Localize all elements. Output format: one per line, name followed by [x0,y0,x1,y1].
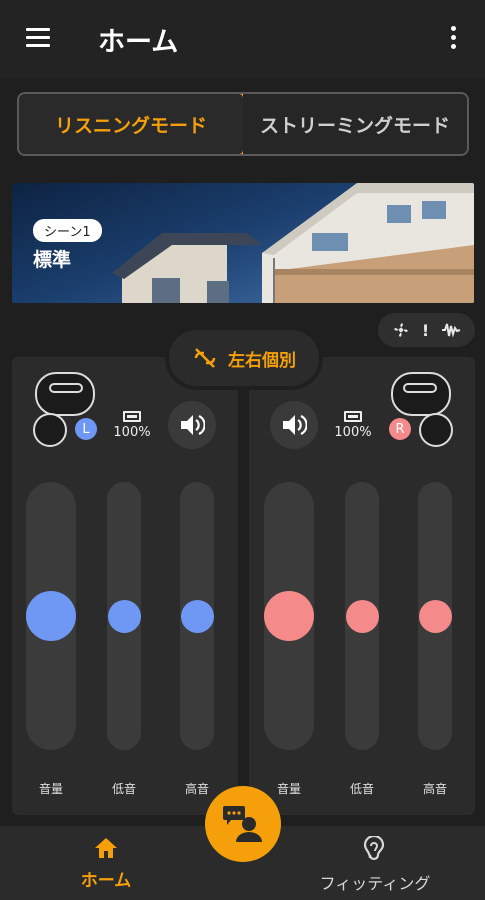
right-mute-button[interactable] [270,401,318,449]
left-slider-3-knob[interactable] [180,599,214,633]
left-slider-1-label: 音量 [38,782,63,796]
page-title: ホーム [98,27,179,58]
nav-fitting[interactable]: フィッティング [300,834,450,894]
waveform-icon [442,323,461,338]
hamburger-menu-icon[interactable] [26,28,50,48]
right-battery: 100% [333,411,373,440]
scene-card[interactable]: シーン1 標準 [12,183,474,303]
support-person-icon [223,806,262,842]
link-off-icon [194,348,216,368]
left-battery: 100% [112,411,152,440]
separate-left-right-button[interactable]: 左右個別 [165,326,323,390]
battery-icon [123,411,141,422]
nav-home-label: ホーム [80,871,132,891]
support-chat-button[interactable] [205,786,281,862]
separate-left-right-label: 左右個別 [228,350,296,371]
right-slider-2-label: 低音 [349,782,374,796]
right-slider-2-knob[interactable] [345,599,379,633]
home-icon [95,838,117,858]
right-slider-1-knob[interactable] [264,591,314,641]
house-illustration [112,183,474,303]
battery-icon [344,411,362,422]
left-mute-button[interactable] [168,401,216,449]
left-slider-2-knob[interactable] [107,599,141,633]
more-vert-icon[interactable] [448,26,458,52]
speaker-icon [283,415,307,435]
tab-listening-mode[interactable]: リスニングモード [19,94,245,154]
fan-icon [394,323,408,337]
app-bar: ホーム [0,0,485,78]
right-battery-level: 100% [334,425,372,440]
left-side-badge: L [75,418,97,440]
mode-selector: リスニングモード ストリーミングモード [17,92,469,156]
scene-number-badge: シーン1 [33,219,102,242]
left-slider-2-label: 低音 [111,782,136,796]
left-slider-1-knob[interactable] [26,591,76,641]
speaker-icon [181,415,205,435]
right-slider-3-knob[interactable] [418,599,452,633]
status-chip[interactable]: ! [378,313,475,347]
right-slider-3-label: 高音 [422,782,447,796]
tab-streaming-mode[interactable]: ストリーミングモード [243,94,467,154]
alert-icon: ! [421,320,430,340]
nav-home[interactable]: ホーム [70,836,142,891]
nav-fitting-label: フィッティング [319,874,431,893]
scene-name: 標準 [33,249,72,271]
right-earbud-image [391,372,453,447]
ear-icon [363,834,385,861]
left-battery-level: 100% [113,425,151,440]
